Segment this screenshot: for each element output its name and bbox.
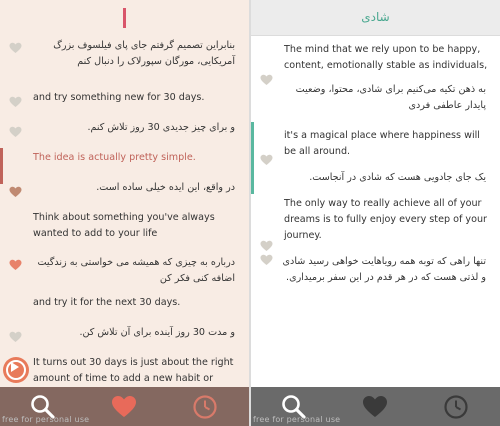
heart-icon[interactable] [260, 240, 273, 252]
sentence-item[interactable]: It turns out 30 days is just about the r… [0, 355, 249, 387]
heart-icon[interactable] [9, 42, 22, 54]
top-indicator [123, 8, 126, 28]
header-title: شادی [361, 10, 390, 24]
header-bar: شادی [251, 0, 500, 36]
sentence-text: The mind that we rely upon to be happy, … [284, 44, 488, 71]
sentence-text: و برای چیز جدیدی 30 روز تلاش کنم. [87, 122, 235, 133]
heart-icon[interactable] [260, 254, 273, 266]
left-panel: بنابراین تصمیم گرفتم جای پای فیلسوف بزرگ… [0, 0, 249, 426]
watermark: free for personal use [253, 415, 341, 424]
clock-icon[interactable] [192, 394, 218, 420]
heart-icon[interactable] [9, 186, 22, 198]
sentence-text: Think about something you've always want… [33, 212, 215, 239]
right-panel: شادی The mind that we rely upon to be ha… [251, 0, 500, 426]
sentence-text: و مدت 30 روز آینده برای آن تلاش کن. [79, 327, 235, 338]
heart-icon[interactable] [362, 394, 388, 420]
heart-icon[interactable] [111, 394, 137, 420]
sentence-item[interactable]: تنها راهی که توبه همه رویاهایت خواهی رسی… [251, 254, 500, 294]
highlight-marker [0, 148, 3, 184]
sentence-text: به ذهن تکیه می‌کنیم برای شادی، محتوا، وض… [295, 84, 486, 111]
sentence-text: The idea is actually pretty simple. [33, 152, 196, 163]
sentence-item[interactable]: بنابراین تصمیم گرفتم جای پای فیلسوف بزرگ… [0, 38, 249, 78]
sentence-item[interactable]: Think about something you've always want… [0, 210, 249, 250]
sentence-item[interactable]: به ذهن تکیه می‌کنیم برای شادی، محتوا، وض… [251, 82, 500, 122]
sentence-text: and try it for the next 30 days. [33, 297, 181, 308]
heart-icon[interactable] [9, 259, 22, 271]
clock-icon[interactable] [443, 394, 469, 420]
sentence-item[interactable]: The only way to really achieve all of yo… [251, 196, 500, 251]
play-icon [11, 362, 19, 372]
sentence-item[interactable]: it's a magical place where happiness wil… [251, 128, 500, 168]
sentence-text: یک جای جادویی هست که شادی در آنجاست. [309, 172, 486, 183]
app-window: بنابراین تصمیم گرفتم جای پای فیلسوف بزرگ… [0, 0, 500, 426]
highlight-marker [251, 122, 254, 194]
sentence-text: در واقع، این ایده خیلی ساده است. [96, 182, 235, 193]
heart-icon[interactable] [9, 126, 22, 138]
heart-icon[interactable] [260, 154, 273, 166]
watermark: free for personal use [2, 415, 90, 424]
heart-icon[interactable] [9, 96, 22, 108]
sentence-text: The only way to really achieve all of yo… [284, 198, 487, 241]
heart-icon[interactable] [9, 331, 22, 343]
sentence-text: بنابراین تصمیم گرفتم جای پای فیلسوف بزرگ… [53, 40, 235, 67]
sentence-text: and try something new for 30 days. [33, 92, 205, 103]
sentence-item[interactable]: The mind that we rely upon to be happy, … [251, 42, 500, 85]
sentence-text: It turns out 30 days is just about the r… [33, 357, 234, 384]
sentence-text: it's a magical place where happiness wil… [284, 130, 480, 157]
sentence-item[interactable]: درباره به چیزی که همیشه می خواستی به زند… [0, 255, 249, 295]
play-button[interactable] [3, 357, 29, 383]
sentence-text: درباره به چیزی که همیشه می خواستی به زند… [37, 257, 235, 284]
sentence-text: تنها راهی که توبه همه رویاهایت خواهی رسی… [282, 256, 486, 283]
